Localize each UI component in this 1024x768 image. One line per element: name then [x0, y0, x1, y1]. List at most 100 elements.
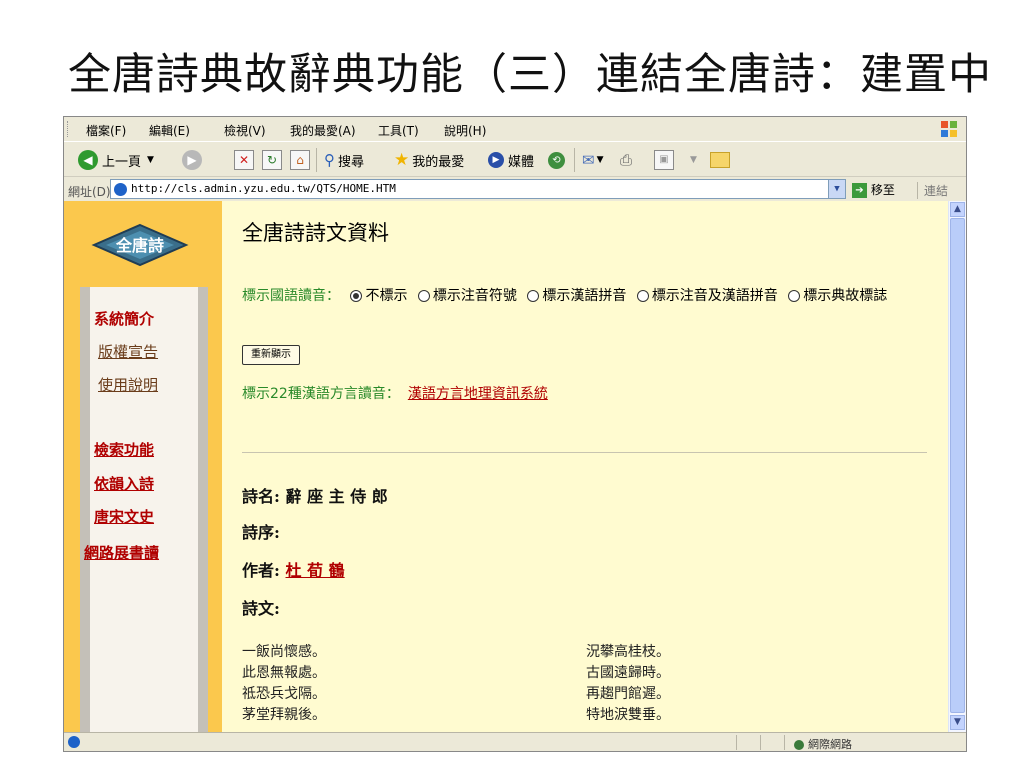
- menu-file[interactable]: 檔案(F): [86, 122, 126, 139]
- edit-button[interactable]: ▣: [654, 150, 674, 170]
- history-icon: ⟲: [548, 151, 565, 169]
- address-dropdown-icon[interactable]: ▼: [828, 180, 845, 198]
- forward-button[interactable]: ▶: [182, 150, 202, 170]
- poem-author-label: 作者:: [242, 561, 280, 580]
- home-icon: ⌂: [290, 150, 310, 170]
- back-arrow-icon: ◀: [78, 150, 98, 170]
- status-divider: [784, 735, 785, 750]
- poem-line: 一飯尚懷感。: [242, 644, 326, 660]
- address-bar: 網址(D) http://cls.admin.yzu.edu.tw/QTS/HO…: [64, 176, 966, 201]
- zone-label: 網際網路: [808, 738, 852, 751]
- discuss-button[interactable]: ▼: [690, 150, 697, 170]
- menu-view[interactable]: 檢視(V): [224, 122, 266, 139]
- folder-icon: [710, 152, 730, 168]
- scroll-down-icon[interactable]: ▼: [950, 715, 965, 730]
- menu-grip: [67, 121, 70, 137]
- radio-zhuyin-pinyin[interactable]: [636, 290, 649, 302]
- links-button[interactable]: 連結: [917, 182, 948, 199]
- poem-line: 特地淚雙垂。: [586, 707, 670, 723]
- slide-title: 全唐詩典故辭典功能（三）連結全唐詩：建置中: [68, 50, 992, 100]
- poem-title: 辭 座 主 侍 郎: [285, 487, 388, 506]
- radio-allusion-mark[interactable]: [788, 290, 801, 302]
- radio-zhuyin[interactable]: [417, 290, 430, 302]
- page-content: 全唐詩 系統簡介 版權宣告 使用說明 檢索功能 依韻入詩 唐宋文史 網路展書讀 …: [64, 201, 966, 732]
- page-heading: 全唐詩詩文資料: [242, 221, 389, 245]
- vertical-scrollbar[interactable]: ▲ ▼: [948, 201, 966, 732]
- back-label: 上一頁: [102, 154, 142, 170]
- address-input[interactable]: http://cls.admin.yzu.edu.tw/QTS/HOME.HTM…: [110, 179, 846, 199]
- scroll-up-icon[interactable]: ▲: [950, 202, 965, 217]
- mail-icon: ✉: [582, 151, 595, 169]
- poem-line: 再趨門館遲。: [586, 686, 670, 702]
- toolbar: ◀ 上一頁 ▼ ▶ ✕ ↻ ⌂ ⚲ 搜尋 ★ 我的最愛 ▶ 媒體 ⟲ ✉ ▼ ⎙…: [64, 141, 966, 176]
- chevron-down-icon: ▼: [147, 155, 154, 165]
- chevron-down-icon: ▼: [596, 155, 604, 165]
- nav-copyright[interactable]: 版權宣告: [98, 341, 158, 362]
- chevron-down-icon: ▼: [690, 155, 697, 165]
- divider: [242, 452, 927, 453]
- back-button[interactable]: ◀ 上一頁 ▼: [78, 150, 154, 170]
- poem-line: 此恩無報處。: [242, 665, 326, 681]
- stop-icon: ✕: [234, 150, 254, 170]
- status-divider: [760, 735, 761, 750]
- poem-author-row: 作者: 杜 荀 鶴: [242, 557, 345, 581]
- go-button[interactable]: ➔ 移至: [852, 181, 895, 198]
- menu-favorites[interactable]: 我的最愛(A): [290, 122, 356, 139]
- messenger-button[interactable]: [710, 150, 730, 170]
- nav-online-reading[interactable]: 網路展書讀: [84, 542, 159, 563]
- radio-no-mark[interactable]: [350, 290, 363, 302]
- radio-label: 標示注音符號: [432, 288, 517, 304]
- main-panel: 全唐詩詩文資料 標示國語讀音： 不標示 標示注音符號 標示漢語拼音 標示注音及漢…: [242, 201, 942, 732]
- poem-title-label: 詩名:: [242, 487, 280, 506]
- favorites-label: 我的最愛: [412, 154, 465, 170]
- nav-tang-song[interactable]: 唐宋文史: [94, 506, 154, 527]
- poem-line: 茅堂拜親後。: [242, 707, 326, 723]
- nav-system-intro[interactable]: 系統簡介: [94, 308, 154, 329]
- media-button[interactable]: ▶ 媒體: [488, 150, 534, 170]
- address-url: http://cls.admin.yzu.edu.tw/QTS/HOME.HTM: [131, 182, 396, 195]
- mail-button[interactable]: ✉ ▼: [582, 150, 604, 170]
- security-zone: 網際網路: [794, 736, 852, 751]
- browser-window: 檔案(F) 編輯(E) 檢視(V) 我的最愛(A) 工具(T) 說明(H) ◀ …: [63, 116, 967, 752]
- ie-status-icon: [68, 736, 80, 748]
- status-bar: 網際網路: [64, 732, 966, 751]
- forward-arrow-icon: ▶: [182, 150, 202, 170]
- refresh-icon: ↻: [262, 150, 282, 170]
- stop-button[interactable]: ✕: [234, 150, 254, 170]
- refresh-button[interactable]: ↻: [262, 150, 282, 170]
- print-icon: ⎙: [620, 151, 633, 169]
- scroll-thumb[interactable]: [950, 218, 965, 713]
- dialect-gis-link[interactable]: 漢語方言地理資訊系統: [408, 386, 548, 402]
- poem-title-row: 詩名: 辭 座 主 侍 郎: [242, 483, 388, 507]
- favorites-button[interactable]: ★ 我的最愛: [394, 150, 464, 170]
- menu-bar: 檔案(F) 編輯(E) 檢視(V) 我的最愛(A) 工具(T) 說明(H): [64, 117, 966, 141]
- go-arrow-icon: ➔: [852, 183, 867, 198]
- poem-author-link[interactable]: 杜 荀 鶴: [286, 561, 345, 580]
- search-label: 搜尋: [338, 154, 365, 170]
- dialect-label: 標示22種漢語方言讀音：: [242, 386, 400, 402]
- print-button[interactable]: ⎙: [620, 150, 632, 170]
- menu-tools[interactable]: 工具(T): [378, 122, 419, 139]
- radio-label: 不標示: [365, 288, 408, 304]
- nav-instructions[interactable]: 使用說明: [98, 374, 158, 395]
- windows-logo-icon: [941, 121, 957, 137]
- toolbar-separator: [574, 148, 575, 172]
- home-button[interactable]: ⌂: [290, 150, 310, 170]
- poem-preface-label: 詩序:: [242, 523, 280, 542]
- search-button[interactable]: ⚲ 搜尋: [324, 150, 364, 170]
- pronunciation-label: 標示國語讀音：: [242, 288, 340, 304]
- redisplay-button[interactable]: 重新顯示: [242, 345, 300, 365]
- poem-line: 古國遠歸時。: [586, 665, 670, 681]
- media-label: 媒體: [508, 154, 535, 170]
- menu-help[interactable]: 說明(H): [444, 122, 486, 139]
- nav-search[interactable]: 檢索功能: [94, 439, 154, 460]
- nav-rhyme[interactable]: 依韻入詩: [94, 473, 154, 494]
- radio-pinyin[interactable]: [527, 290, 540, 302]
- address-label: 網址(D): [68, 185, 111, 199]
- menu-edit[interactable]: 編輯(E): [149, 122, 190, 139]
- status-divider: [736, 735, 737, 750]
- poem-text-label: 詩文:: [242, 599, 280, 618]
- history-button[interactable]: ⟲: [548, 150, 565, 170]
- poem-line: 況攀高桂枝。: [586, 644, 670, 660]
- poem-line: 祗恐兵戈隔。: [242, 686, 326, 702]
